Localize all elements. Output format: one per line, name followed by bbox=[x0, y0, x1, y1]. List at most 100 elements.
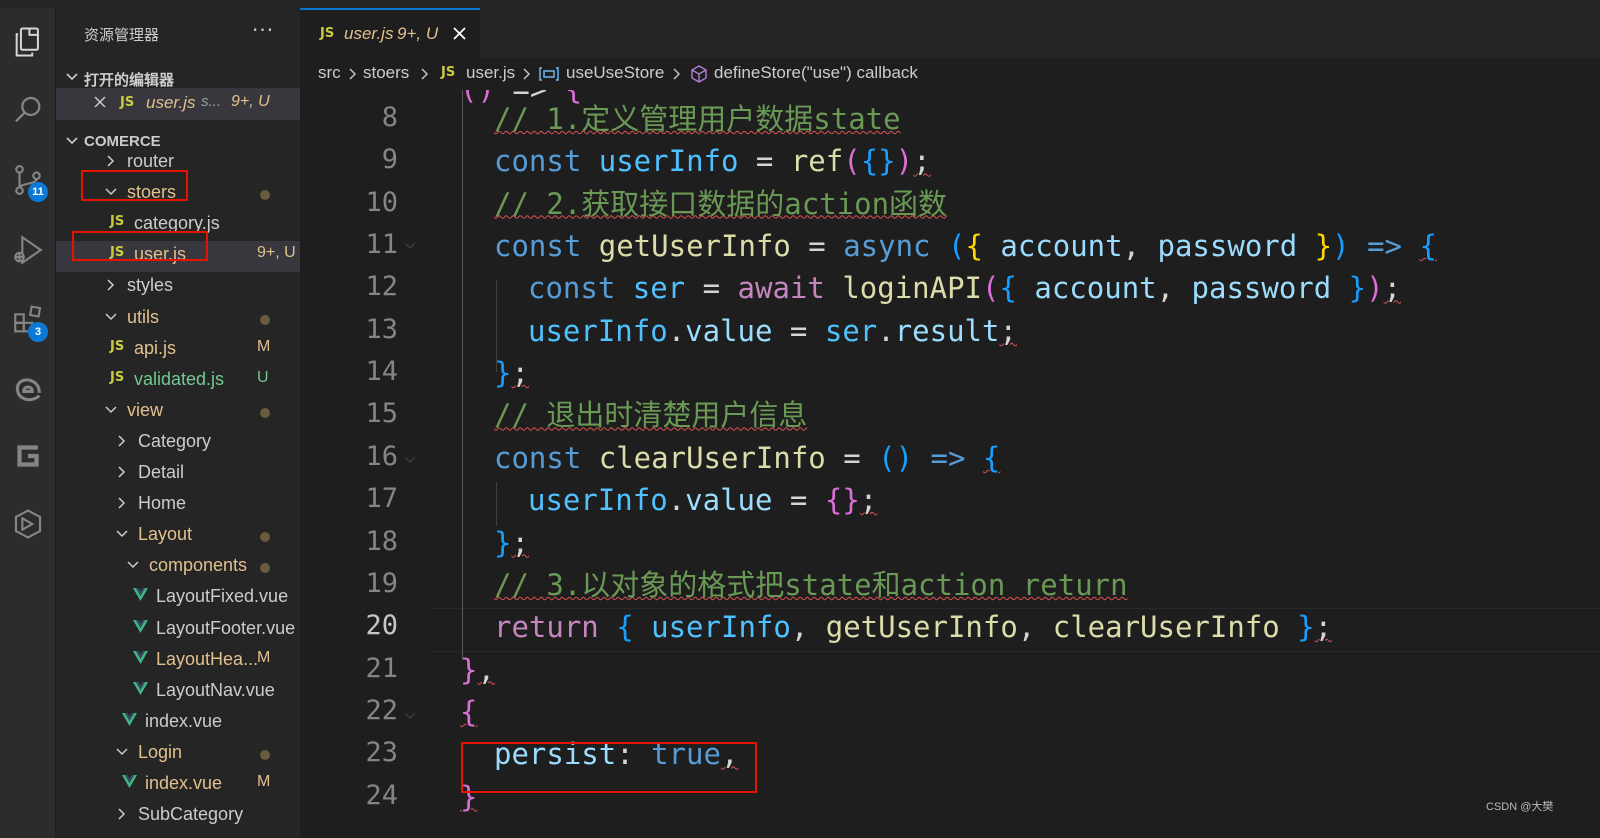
tree-item-subcategory[interactable]: SubCategory bbox=[56, 801, 300, 832]
code-token: async bbox=[843, 229, 948, 264]
code-token: = bbox=[772, 313, 825, 348]
code-line[interactable]: userInfo.value = {}; bbox=[528, 479, 877, 521]
tree-item-index-vue[interactable]: index.vue bbox=[56, 708, 300, 739]
tree-item-styles[interactable]: styles bbox=[56, 272, 300, 303]
tree-item-detail[interactable]: Detail bbox=[56, 459, 300, 490]
code-token: . bbox=[667, 483, 686, 518]
tree-item-layoutfooter-vue[interactable]: LayoutFooter.vue bbox=[56, 615, 300, 646]
code-token: userInfo bbox=[598, 144, 739, 179]
line-number: 23 bbox=[365, 737, 398, 769]
code-line[interactable]: const ser = await loginAPI({ account, pa… bbox=[528, 267, 1401, 309]
extensions-icon[interactable]: 3 bbox=[0, 292, 56, 348]
code-token: userInfo bbox=[528, 483, 668, 518]
breadcrumb-src[interactable]: src bbox=[318, 63, 341, 83]
tree-item-components[interactable]: components bbox=[56, 552, 300, 583]
code-token: , bbox=[1017, 610, 1053, 645]
code-line[interactable]: { bbox=[460, 691, 477, 733]
highlight-box-user-js bbox=[72, 231, 208, 261]
code-token: // 2.获取接口数据的action函数 bbox=[494, 186, 948, 221]
line-number: 11 bbox=[365, 229, 398, 261]
tree-item-label: router bbox=[127, 151, 175, 171]
code-token: // 1.定义管理用户数据state bbox=[494, 102, 901, 136]
tab-user-js[interactable]: JS user.js 9+, U bbox=[300, 8, 480, 58]
code-line[interactable]: }, bbox=[460, 649, 495, 691]
modified-dot-icon bbox=[260, 563, 270, 574]
breadcrumb-file[interactable]: user.js bbox=[466, 63, 515, 83]
code-token: , bbox=[790, 610, 826, 645]
code-line[interactable]: }; bbox=[494, 352, 529, 394]
breadcrumb: src stoers JS user.js useUseStore define… bbox=[300, 58, 1600, 90]
code-line[interactable]: const clearUserInfo = () => { bbox=[494, 437, 1000, 479]
code-token: => bbox=[930, 440, 966, 475]
tree-item-api-js[interactable]: JS api.js M bbox=[56, 335, 300, 366]
tree-item-utils[interactable]: utils bbox=[56, 304, 300, 335]
tree-item-category[interactable]: Category bbox=[56, 428, 300, 459]
chevron-down-icon bbox=[114, 526, 130, 546]
code-token: = bbox=[772, 483, 825, 518]
code-line[interactable]: return { userInfo, getUserInfo, clearUse… bbox=[494, 606, 1332, 648]
tree-item-label: Detail bbox=[138, 462, 185, 482]
extensions-badge: 3 bbox=[28, 322, 48, 342]
code-token: await bbox=[737, 271, 843, 306]
search-icon[interactable] bbox=[0, 82, 56, 138]
tree-item-layoutnav-vue[interactable]: LayoutNav.vue bbox=[56, 677, 300, 708]
close-icon[interactable] bbox=[450, 22, 470, 44]
code-token: ; bbox=[1383, 271, 1402, 306]
breadcrumb-symbol-2[interactable]: defineStore("use") callback bbox=[714, 63, 918, 83]
more-actions-button[interactable]: ··· bbox=[252, 18, 274, 42]
tree-item-index-vue[interactable]: index.vue M bbox=[56, 770, 300, 801]
code-line[interactable]: userInfo.value = ser.result; bbox=[528, 310, 1017, 352]
gitlens-icon[interactable] bbox=[0, 428, 56, 484]
breadcrumb-folder[interactable]: stoers bbox=[363, 63, 409, 83]
chevron-right-icon bbox=[673, 68, 680, 80]
fold-chevron-icon[interactable] bbox=[402, 452, 418, 468]
line-number: 18 bbox=[365, 525, 398, 557]
modified-dot-icon bbox=[260, 407, 270, 418]
chevron-down-icon bbox=[64, 69, 80, 89]
js-file-icon: JS bbox=[441, 65, 456, 80]
fold-chevron-icon[interactable] bbox=[402, 238, 418, 254]
line-number: 8 bbox=[381, 102, 398, 133]
tree-item-layout[interactable]: Layout bbox=[56, 521, 300, 552]
tree-item-layoutfixed-vue[interactable]: LayoutFixed.vue bbox=[56, 583, 300, 614]
source-control-icon[interactable]: 11 bbox=[0, 152, 56, 208]
highlight-box-persist bbox=[461, 742, 757, 793]
indent-guide bbox=[496, 482, 497, 526]
close-icon[interactable] bbox=[92, 94, 108, 115]
code-line[interactable]: // 1.定义管理用户数据state bbox=[494, 98, 901, 140]
code-line[interactable]: }; bbox=[494, 522, 529, 564]
indent-guide bbox=[462, 90, 463, 660]
explorer-icon[interactable] bbox=[0, 14, 56, 70]
breadcrumb-symbol-1[interactable]: useUseStore bbox=[566, 63, 664, 83]
code-editor[interactable]: () => { 8 9 10 11 12 13 14 15 16 17 18 19 20 21 22 23 24… bbox=[300, 90, 1600, 838]
code-line[interactable]: const userInfo = ref({}); bbox=[494, 140, 931, 182]
tree-item-validated-js[interactable]: JS validated.js U bbox=[56, 366, 300, 397]
code-line[interactable]: const getUserInfo = async ({ account, pa… bbox=[494, 225, 1437, 267]
tree-item-layouthea[interactable]: LayoutHea... M bbox=[56, 646, 300, 677]
tree-item-view[interactable]: view bbox=[56, 397, 300, 428]
git-status-badge: M bbox=[257, 337, 271, 355]
tree-item-label: Login bbox=[138, 741, 183, 762]
chevron-right-icon bbox=[421, 68, 428, 80]
code-line[interactable]: // 3.以对象的格式把state和action return bbox=[494, 564, 1128, 606]
code-token: account bbox=[1034, 271, 1157, 306]
line-number: 12 bbox=[365, 271, 398, 303]
code-token: { bbox=[999, 271, 1035, 306]
edge-icon[interactable] bbox=[0, 362, 56, 418]
code-line[interactable]: // 2.获取接口数据的action函数 bbox=[494, 183, 947, 225]
chevron-right-icon bbox=[114, 433, 130, 453]
fold-chevron-icon[interactable] bbox=[402, 708, 418, 724]
code-token: ; bbox=[999, 313, 1017, 348]
run-debug-icon[interactable] bbox=[0, 222, 56, 278]
title-strip bbox=[0, 0, 1600, 8]
git-status-badge: M bbox=[257, 648, 271, 666]
code-token: () bbox=[878, 440, 914, 475]
line-number: 20 bbox=[365, 610, 398, 642]
tree-item-home[interactable]: Home bbox=[56, 490, 300, 521]
remote-explorer-icon[interactable] bbox=[0, 496, 56, 552]
code-token: account bbox=[1000, 229, 1123, 264]
code-token: = bbox=[825, 440, 879, 475]
code-line[interactable]: // 退出时清楚用户信息 bbox=[494, 394, 807, 436]
tree-item-login[interactable]: Login bbox=[56, 739, 300, 770]
open-editor-item[interactable]: JS user.js s... 9+, U bbox=[56, 88, 300, 120]
